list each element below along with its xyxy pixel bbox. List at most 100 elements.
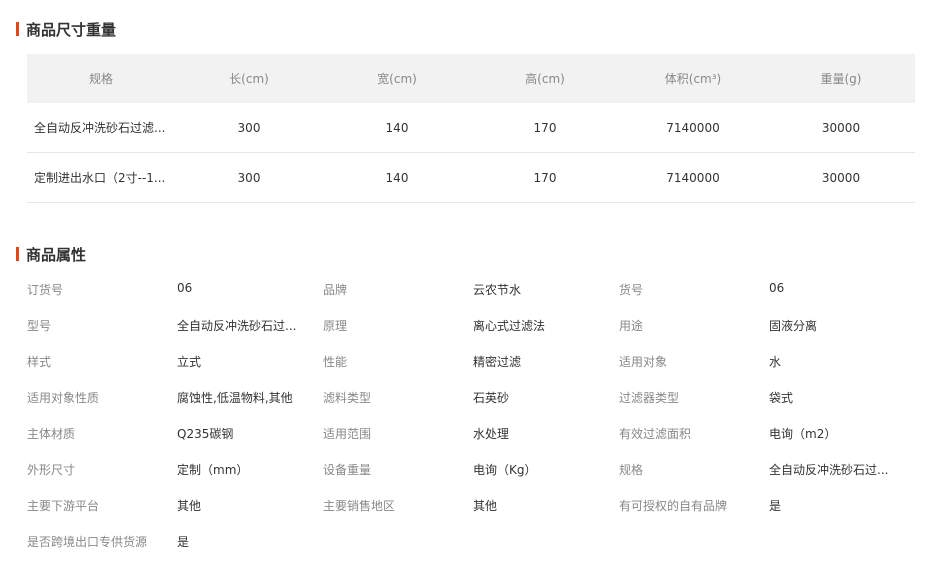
attr-material: 主体材质 Q235碳钢 bbox=[27, 425, 323, 442]
attr-value: 精密过滤 bbox=[473, 354, 522, 369]
attr-value: 电询（m2） bbox=[769, 426, 837, 441]
attr-dimensions: 外形尺寸 定制（mm） bbox=[27, 461, 323, 478]
header-height: 高(cm) bbox=[471, 54, 619, 103]
attr-label: 性能 bbox=[323, 354, 348, 369]
attr-label: 适用范围 bbox=[323, 426, 372, 441]
attr-row: 主体材质 Q235碳钢 适用范围 水处理 有效过滤面积 电询（m2） bbox=[27, 415, 915, 451]
section-accent-bar bbox=[16, 22, 19, 36]
cell-width: 140 bbox=[323, 152, 471, 203]
attr-filter-area: 有效过滤面积 电询（m2） bbox=[619, 425, 915, 442]
attr-label: 主体材质 bbox=[27, 426, 76, 441]
attr-value: 电询（Kg） bbox=[473, 462, 537, 477]
attr-filter-media: 滤料类型 石英砂 bbox=[323, 389, 619, 406]
section-title-text: 商品尺寸重量 bbox=[26, 20, 117, 39]
cell-spec: 全自动反冲洗砂石过滤... bbox=[27, 103, 175, 153]
attr-label: 有效过滤面积 bbox=[619, 426, 692, 441]
attr-value: 立式 bbox=[177, 354, 202, 369]
attr-value: 全自动反冲洗砂石过... bbox=[769, 462, 889, 477]
section-accent-bar bbox=[16, 247, 19, 261]
section-title-text: 商品属性 bbox=[26, 245, 87, 264]
cell-volume: 7140000 bbox=[619, 103, 767, 153]
header-weight: 重量(g) bbox=[767, 54, 915, 103]
attr-value: 是 bbox=[177, 534, 190, 549]
attr-order-no: 订货号 06 bbox=[27, 281, 323, 298]
attr-label: 过滤器类型 bbox=[619, 390, 680, 405]
attr-label: 适用对象性质 bbox=[27, 390, 100, 405]
attr-usage: 用途 固液分离 bbox=[619, 317, 915, 334]
cell-length: 300 bbox=[175, 152, 323, 203]
attr-value: 腐蚀性,低温物料,其他 bbox=[177, 390, 293, 405]
attr-row: 订货号 06 品牌 云农节水 货号 06 bbox=[27, 271, 915, 307]
attr-value: 离心式过滤法 bbox=[473, 318, 546, 333]
attr-row: 是否跨境出口专供货源 是 bbox=[27, 523, 915, 559]
attr-row: 型号 全自动反冲洗砂石过... 原理 离心式过滤法 用途 固液分离 bbox=[27, 307, 915, 343]
attr-value: 水处理 bbox=[473, 426, 510, 441]
attr-label: 订货号 bbox=[27, 282, 64, 297]
attr-principle: 原理 离心式过滤法 bbox=[323, 317, 619, 334]
attr-row: 样式 立式 性能 精密过滤 适用对象 水 bbox=[27, 343, 915, 379]
attr-label: 用途 bbox=[619, 318, 644, 333]
cell-width: 140 bbox=[323, 103, 471, 153]
product-attributes-grid: 订货号 06 品牌 云农节水 货号 06 型号 全自动反冲洗砂石过... 原理 … bbox=[27, 271, 915, 559]
cell-length: 300 bbox=[175, 103, 323, 153]
cell-height: 170 bbox=[471, 103, 619, 153]
attr-value: 水 bbox=[769, 354, 782, 369]
attr-cross-border: 是否跨境出口专供货源 是 bbox=[27, 533, 323, 550]
attr-object-nature: 适用对象性质 腐蚀性,低温物料,其他 bbox=[27, 389, 323, 406]
attr-value: 06 bbox=[177, 280, 193, 295]
attr-label: 主要销售地区 bbox=[323, 498, 396, 513]
attr-label: 适用对象 bbox=[619, 354, 668, 369]
table-header-row: 规格 长(cm) 宽(cm) 高(cm) 体积(cm³) 重量(g) bbox=[27, 54, 915, 103]
attr-row: 主要下游平台 其他 主要销售地区 其他 有可授权的自有品牌 是 bbox=[27, 487, 915, 523]
attr-label: 有可授权的自有品牌 bbox=[619, 498, 728, 513]
table-row: 定制进出水口（2寸--1... 300 140 170 7140000 3000… bbox=[27, 152, 915, 203]
attr-value: 06 bbox=[769, 280, 785, 295]
size-weight-section-title: 商品尺寸重量 bbox=[16, 19, 116, 39]
attr-label: 主要下游平台 bbox=[27, 498, 100, 513]
header-width: 宽(cm) bbox=[323, 54, 471, 103]
attr-value: 石英砂 bbox=[473, 390, 510, 405]
attr-label: 品牌 bbox=[323, 282, 348, 297]
attr-device-weight: 设备重量 电询（Kg） bbox=[323, 461, 619, 478]
attr-value: 袋式 bbox=[769, 390, 794, 405]
attr-value: 其他 bbox=[177, 498, 202, 513]
attr-value: Q235碳钢 bbox=[177, 426, 234, 441]
attr-value: 其他 bbox=[473, 498, 498, 513]
attr-performance: 性能 精密过滤 bbox=[323, 353, 619, 370]
attr-label: 滤料类型 bbox=[323, 390, 372, 405]
attr-sales-region: 主要销售地区 其他 bbox=[323, 497, 619, 514]
attr-row: 适用对象性质 腐蚀性,低温物料,其他 滤料类型 石英砂 过滤器类型 袋式 bbox=[27, 379, 915, 415]
header-spec: 规格 bbox=[27, 54, 175, 103]
attr-value: 是 bbox=[769, 498, 782, 513]
attr-value: 云农节水 bbox=[473, 282, 522, 297]
attr-brand: 品牌 云农节水 bbox=[323, 281, 619, 298]
attr-own-brand: 有可授权的自有品牌 是 bbox=[619, 497, 915, 514]
attr-label: 设备重量 bbox=[323, 462, 372, 477]
attr-applicable-object: 适用对象 水 bbox=[619, 353, 915, 370]
header-length: 长(cm) bbox=[175, 54, 323, 103]
attr-label: 货号 bbox=[619, 282, 644, 297]
attr-label: 原理 bbox=[323, 318, 348, 333]
attr-value: 全自动反冲洗砂石过... bbox=[177, 318, 297, 333]
attr-row: 外形尺寸 定制（mm） 设备重量 电询（Kg） 规格 全自动反冲洗砂石过... bbox=[27, 451, 915, 487]
attr-item-no: 货号 06 bbox=[619, 281, 915, 298]
attr-model: 型号 全自动反冲洗砂石过... bbox=[27, 317, 323, 334]
header-volume: 体积(cm³) bbox=[619, 54, 767, 103]
cell-weight: 30000 bbox=[767, 152, 915, 203]
cell-weight: 30000 bbox=[767, 103, 915, 153]
attr-label: 规格 bbox=[619, 462, 644, 477]
cell-spec: 定制进出水口（2寸--1... bbox=[27, 152, 175, 203]
attr-style: 样式 立式 bbox=[27, 353, 323, 370]
attr-filter-type: 过滤器类型 袋式 bbox=[619, 389, 915, 406]
attr-value: 定制（mm） bbox=[177, 462, 249, 477]
attr-label: 外形尺寸 bbox=[27, 462, 76, 477]
size-weight-table: 规格 长(cm) 宽(cm) 高(cm) 体积(cm³) 重量(g) 全自动反冲… bbox=[27, 54, 915, 203]
product-attributes-section-title: 商品属性 bbox=[16, 244, 86, 264]
attr-value: 固液分离 bbox=[769, 318, 818, 333]
attr-scope: 适用范围 水处理 bbox=[323, 425, 619, 442]
cell-volume: 7140000 bbox=[619, 152, 767, 203]
attr-label: 样式 bbox=[27, 354, 52, 369]
attr-specification: 规格 全自动反冲洗砂石过... bbox=[619, 461, 915, 478]
attr-downstream-platform: 主要下游平台 其他 bbox=[27, 497, 323, 514]
attr-label: 是否跨境出口专供货源 bbox=[27, 534, 148, 549]
